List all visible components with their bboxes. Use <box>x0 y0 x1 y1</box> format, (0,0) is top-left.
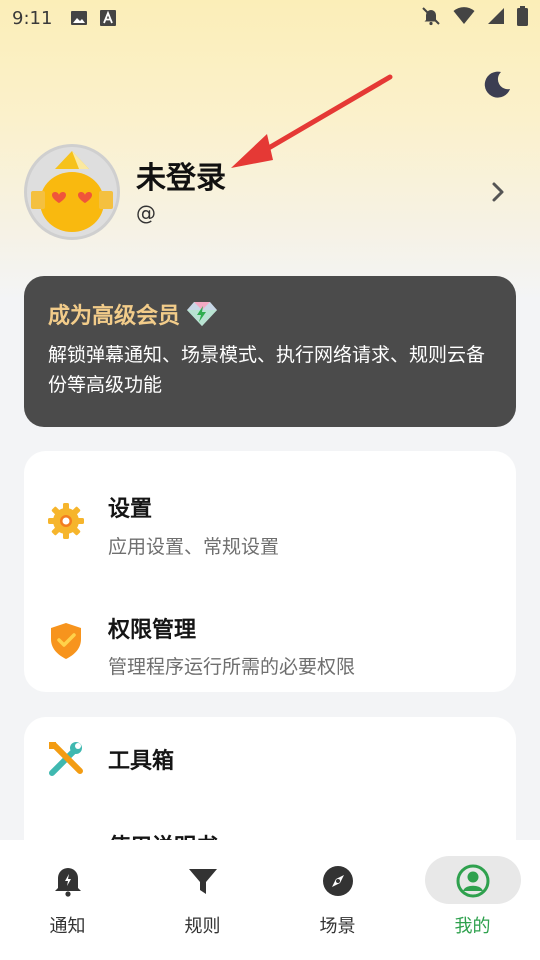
nav-item-me[interactable]: 我的 <box>405 840 540 960</box>
nav-label: 我的 <box>454 916 491 937</box>
nav-item-rules[interactable]: 规则 <box>135 840 270 960</box>
compass-icon <box>321 864 355 898</box>
nav-label: 规则 <box>184 916 221 937</box>
wifi-icon <box>453 7 475 29</box>
font-a-icon <box>100 10 117 26</box>
vip-banner[interactable]: 成为高级会员 解锁弹幕通知、场景模式、执行网络请求、规则云备份等高级功能 <box>24 276 516 427</box>
permissions-row[interactable]: 权限管理 管理程序运行所需的必要权限 <box>24 581 516 691</box>
gear-icon <box>46 501 86 541</box>
profile-header[interactable]: 未登录 @ <box>24 144 516 240</box>
nav-item-notifications[interactable]: 通知 <box>0 840 135 960</box>
settings-card: 设置 应用设置、常规设置 权限管理 管理程序运行所需的必要权限 <box>24 451 516 692</box>
nav-label: 场景 <box>319 916 356 937</box>
settings-subtitle: 应用设置、常规设置 <box>108 536 280 558</box>
shield-check-icon <box>46 621 86 661</box>
settings-title: 设置 <box>108 497 153 522</box>
status-bar: 9:11 <box>0 0 540 36</box>
nav-label: 通知 <box>49 916 86 937</box>
permissions-subtitle: 管理程序运行所需的必要权限 <box>108 656 356 678</box>
filter-icon <box>186 864 220 898</box>
wrench-screwdriver-icon <box>46 739 86 779</box>
bell-icon <box>51 864 85 898</box>
vip-title: 成为高级会员 <box>48 304 181 329</box>
user-handle: @ <box>136 201 156 225</box>
permissions-title: 权限管理 <box>108 618 197 643</box>
bottom-navigation: 通知 规则 场景 我的 <box>0 840 540 960</box>
image-icon <box>70 10 88 26</box>
nav-item-scenes[interactable]: 场景 <box>270 840 405 960</box>
battery-icon <box>517 6 528 30</box>
settings-row[interactable]: 设置 应用设置、常规设置 <box>24 461 516 571</box>
diamond-icon <box>186 301 218 327</box>
signal-icon <box>487 7 505 29</box>
cartoon-avatar-icon[interactable] <box>24 144 120 240</box>
vip-description: 解锁弹幕通知、场景模式、执行网络请求、规则云备份等高级功能 <box>48 344 486 396</box>
chevron-right-icon <box>488 180 508 204</box>
toolbox-title: 工具箱 <box>108 749 175 774</box>
status-time: 9:11 <box>12 7 53 29</box>
moon-icon[interactable] <box>482 70 512 100</box>
username: 未登录 <box>136 161 226 196</box>
bell-off-icon <box>421 6 441 30</box>
user-circle-icon <box>456 864 490 898</box>
